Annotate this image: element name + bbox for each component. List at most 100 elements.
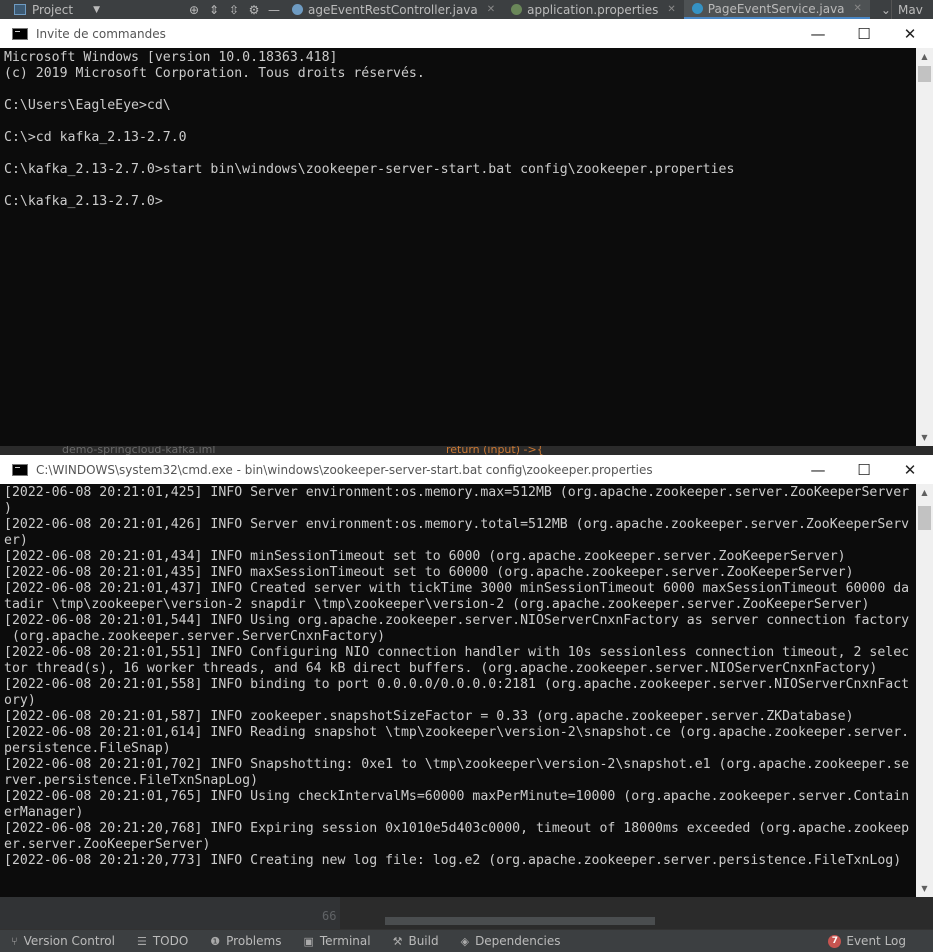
ide-editor-background: demo-springcloud-kafka.iml return (input… bbox=[0, 446, 933, 455]
expand-all-icon[interactable]: ⇕ bbox=[204, 3, 224, 17]
close-button[interactable]: ✕ bbox=[887, 19, 933, 48]
editor-tab-label: application.properties bbox=[527, 2, 659, 17]
console-line: Microsoft Windows [version 10.0.18363.41… bbox=[4, 50, 338, 65]
ide-editor-bottom: 66 bbox=[0, 897, 933, 929]
console-line: [2022-06-08 20:21:01,437] INFO Created s… bbox=[4, 581, 910, 596]
behind-code: return (input) ->{ bbox=[446, 446, 544, 455]
console-line: rver.persistence.FileTxnSnapLog) bbox=[4, 773, 259, 788]
tool-window-build[interactable]: ⚒ Build bbox=[382, 934, 450, 948]
minimize-button[interactable]: — bbox=[795, 455, 841, 484]
tool-window-label: TODO bbox=[152, 934, 189, 948]
maximize-button[interactable]: ☐ bbox=[841, 19, 887, 48]
project-icon bbox=[14, 4, 26, 15]
chevron-down-icon: ▼ bbox=[93, 4, 100, 15]
console-line: ory) bbox=[4, 693, 36, 708]
console-line: [2022-06-08 20:21:01,765] INFO Using che… bbox=[4, 789, 910, 804]
console-line: [2022-06-08 20:21:01,434] INFO minSessio… bbox=[4, 549, 846, 564]
hide-icon[interactable]: — bbox=[264, 3, 284, 17]
console-line: [2022-06-08 20:21:01,426] INFO Server en… bbox=[4, 517, 910, 532]
event-log-label: Event Log bbox=[846, 934, 906, 948]
dependencies-icon: ◈ bbox=[460, 934, 470, 948]
maximize-button[interactable]: ☐ bbox=[841, 455, 887, 484]
event-log-button[interactable]: 7 Event Log bbox=[828, 930, 906, 952]
console-line: [2022-06-08 20:21:01,551] INFO Configuri… bbox=[4, 645, 910, 660]
tool-window-label: Dependencies bbox=[475, 934, 561, 948]
close-button[interactable]: ✕ bbox=[887, 455, 933, 484]
event-count-badge: 7 bbox=[828, 934, 842, 948]
console-line: tor thread(s), 16 worker threads, and 64… bbox=[4, 661, 878, 676]
scroll-down-icon[interactable]: ▼ bbox=[916, 880, 933, 897]
tool-window-terminal[interactable]: ▣ Terminal bbox=[292, 934, 381, 948]
scroll-up-icon[interactable]: ▲ bbox=[916, 484, 933, 501]
console-line: C:\Users\EagleEye>cd\ bbox=[4, 98, 171, 113]
title-bar[interactable]: C:\WINDOWS\system32\cmd.exe - bin\window… bbox=[0, 455, 933, 484]
title-bar[interactable]: Invite de commandes — ☐ ✕ bbox=[0, 19, 933, 48]
version-control-icon: ⑂ bbox=[11, 934, 18, 948]
scrollbar-thumb[interactable] bbox=[918, 506, 931, 530]
close-tab-icon[interactable]: ✕ bbox=[667, 4, 675, 15]
cmd-icon bbox=[12, 463, 28, 476]
project-selector[interactable]: Project ▼ bbox=[0, 3, 184, 17]
file-type-icon bbox=[292, 4, 303, 15]
tool-window-label: Problems bbox=[226, 934, 282, 948]
editor-tab[interactable]: ageEventRestController.java ✕ bbox=[284, 0, 503, 19]
editor-tab[interactable]: PageEventService.java ✕ bbox=[683, 0, 870, 19]
tool-window-label: Version Control bbox=[23, 934, 115, 948]
console-output[interactable]: Microsoft Windows [version 10.0.18363.41… bbox=[4, 50, 916, 446]
gear-icon[interactable]: ⚙ bbox=[244, 3, 264, 17]
editor-tab[interactable]: application.properties ✕ bbox=[503, 0, 684, 19]
tool-window-todo[interactable]: ☰ TODO bbox=[126, 934, 199, 948]
scrollbar-thumb[interactable] bbox=[918, 66, 931, 82]
console-line: [2022-06-08 20:21:01,558] INFO binding t… bbox=[4, 677, 910, 692]
minimize-button[interactable]: — bbox=[795, 19, 841, 48]
console-line: erManager) bbox=[4, 805, 84, 820]
problems-icon: ❶ bbox=[210, 934, 221, 948]
vertical-scrollbar[interactable]: ▲ ▼ bbox=[916, 484, 933, 897]
tool-window-label: Build bbox=[408, 934, 439, 948]
console-line: [2022-06-08 20:21:20,773] INFO Creating … bbox=[4, 853, 902, 868]
tool-window-bar: ⑂ Version Control ☰ TODO ❶ Problems ▣ Terminal ⚒… bbox=[0, 929, 933, 952]
behind-file-label: demo-springcloud-kafka.iml bbox=[62, 446, 216, 455]
console-line: [2022-06-08 20:21:01,544] INFO Using org… bbox=[4, 613, 910, 628]
terminal-icon: ▣ bbox=[303, 934, 314, 948]
window-title: Invite de commandes bbox=[36, 26, 166, 41]
console-output[interactable]: [2022-06-08 20:21:01,425] INFO Server en… bbox=[4, 485, 916, 897]
console-line: C:\kafka_2.13-2.7.0>start bin\windows\zo… bbox=[4, 162, 735, 177]
close-tab-icon[interactable]: ✕ bbox=[854, 3, 862, 14]
tool-window-dependencies[interactable]: ◈ Dependencies bbox=[450, 934, 572, 948]
editor-tab-label: ageEventRestController.java bbox=[308, 2, 478, 17]
ide-toolbar: Project ▼ ⊕ ⇕ ⇳ ⚙ — ageEventRestControll… bbox=[0, 0, 933, 20]
console-line: tadir \tmp\zookeeper\version-2 snapdir \… bbox=[4, 597, 870, 612]
console-line: er.server.ZooKeeperServer) bbox=[4, 837, 211, 852]
console-line: [2022-06-08 20:21:01,614] INFO Reading s… bbox=[4, 725, 910, 740]
tool-window-problems[interactable]: ❶ Problems bbox=[199, 934, 292, 948]
collapse-all-icon[interactable]: ⇳ bbox=[224, 3, 244, 17]
console-line: C:\kafka_2.13-2.7.0> bbox=[4, 194, 163, 209]
maven-panel-tab[interactable]: Mav bbox=[891, 0, 933, 19]
console-line: (org.apache.zookeeper.server.ServerCnxnF… bbox=[4, 629, 386, 644]
console-line: [2022-06-08 20:21:01,587] INFO zookeeper… bbox=[4, 709, 854, 724]
console-line: [2022-06-08 20:21:01,425] INFO Server en… bbox=[4, 485, 910, 500]
close-tab-icon[interactable]: ✕ bbox=[487, 4, 495, 15]
console-line: [2022-06-08 20:21:20,768] INFO Expiring … bbox=[4, 821, 910, 836]
tool-window-version-control[interactable]: ⑂ Version Control bbox=[0, 934, 126, 948]
editor-gutter bbox=[0, 897, 340, 929]
console-line: [2022-06-08 20:21:01,702] INFO Snapshott… bbox=[4, 757, 910, 772]
console-line: ) bbox=[4, 501, 12, 516]
file-type-icon bbox=[691, 3, 703, 14]
editor-tab-label: PageEventService.java bbox=[707, 1, 845, 16]
file-type-icon bbox=[511, 4, 523, 15]
scroll-up-icon[interactable]: ▲ bbox=[916, 48, 933, 65]
horizontal-scrollbar[interactable] bbox=[385, 917, 655, 925]
locate-icon[interactable]: ⊕ bbox=[184, 3, 204, 17]
console-line: er) bbox=[4, 533, 28, 548]
project-label: Project bbox=[32, 2, 74, 17]
tool-window-label: Terminal bbox=[319, 934, 371, 948]
build-icon: ⚒ bbox=[392, 934, 403, 948]
scroll-down-icon[interactable]: ▼ bbox=[916, 429, 933, 446]
vertical-scrollbar[interactable]: ▲ ▼ bbox=[916, 48, 933, 446]
